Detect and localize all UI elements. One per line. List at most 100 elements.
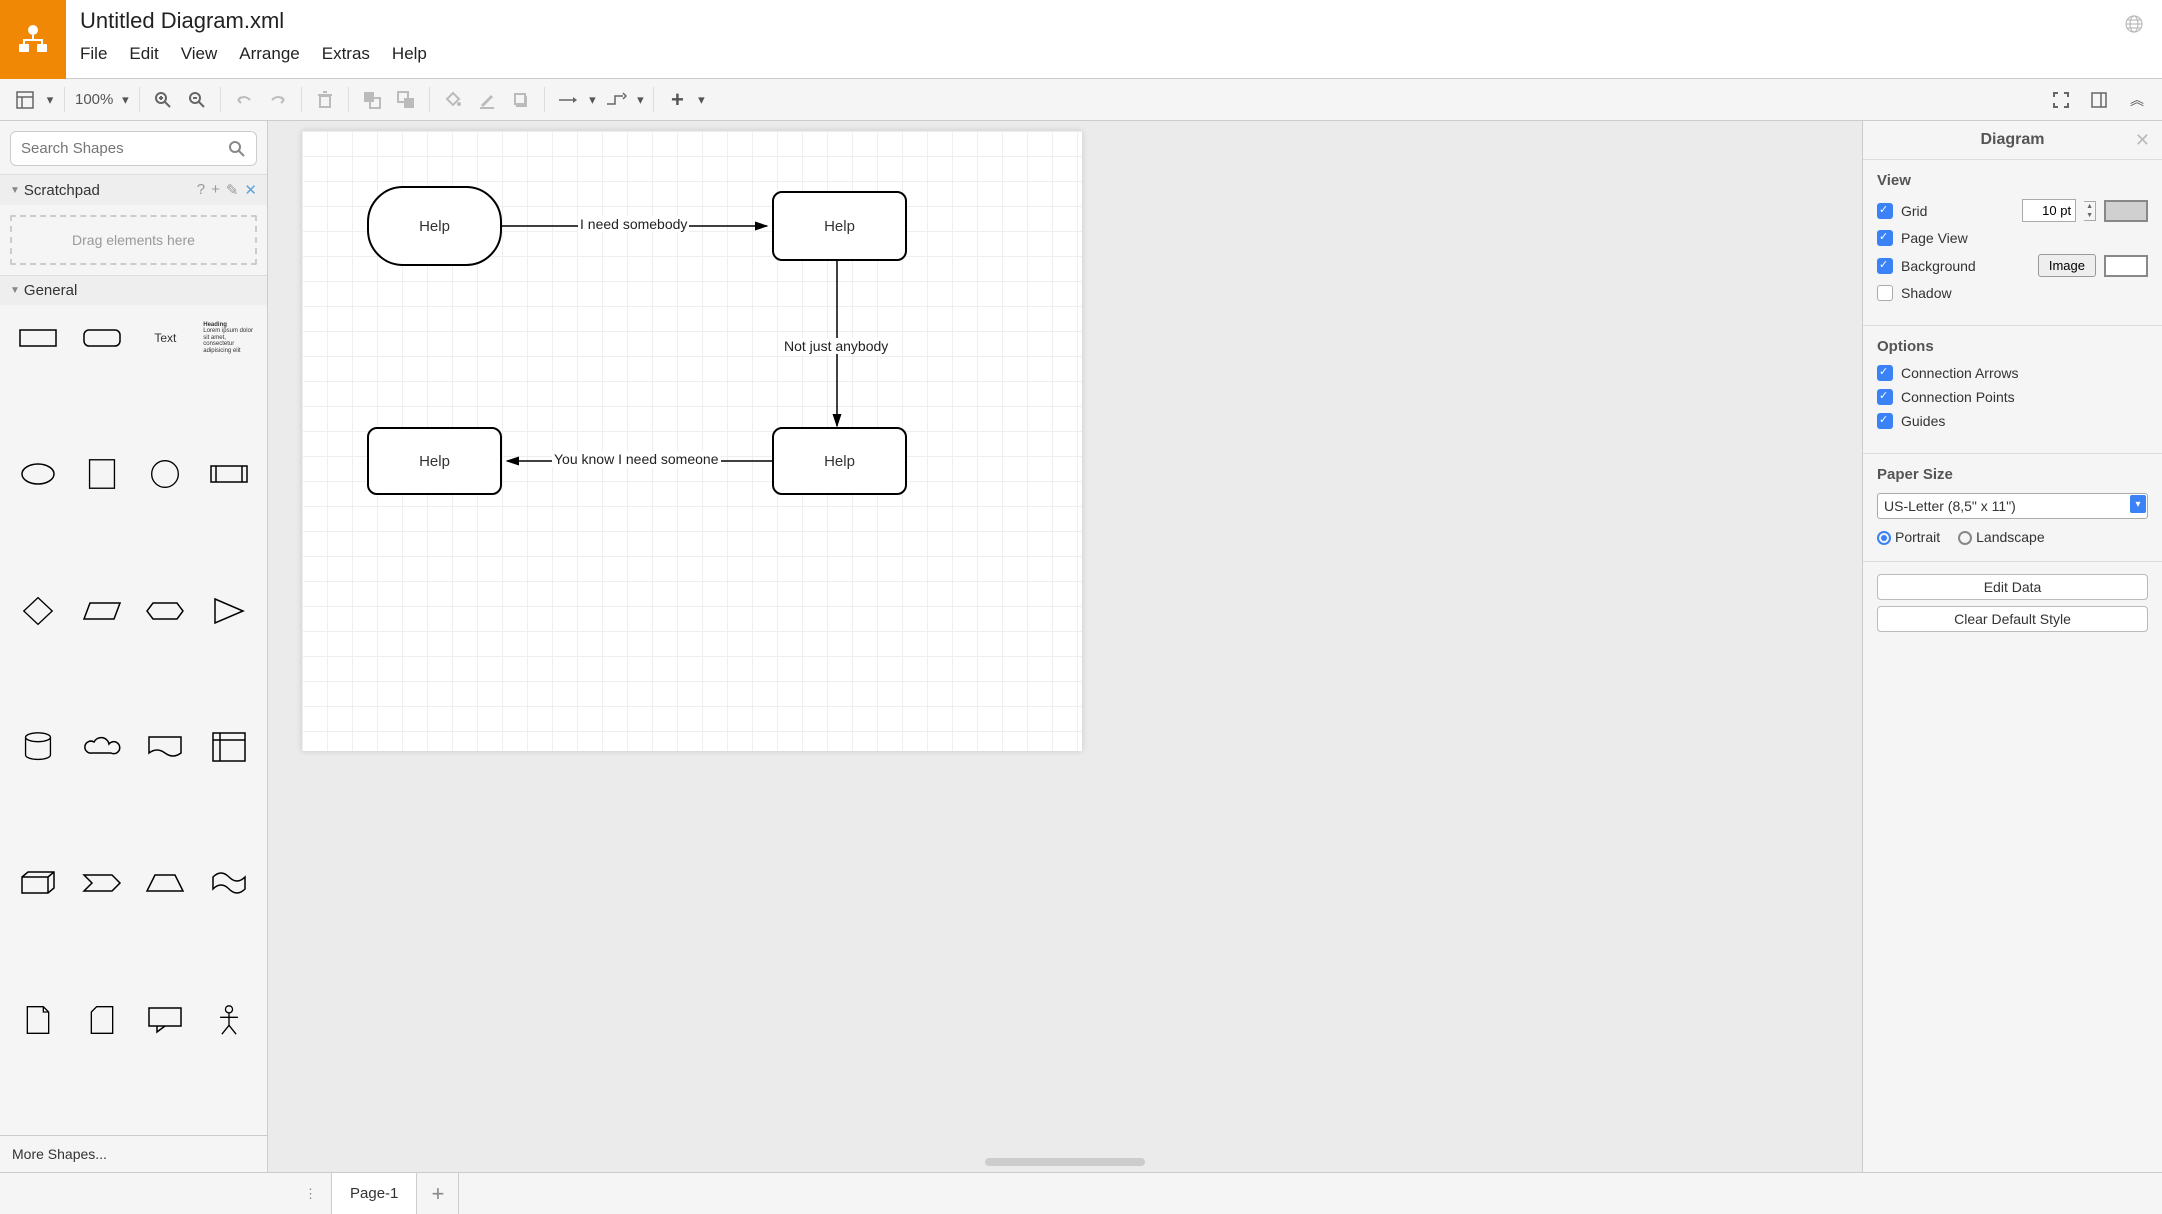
line-color-icon[interactable]	[470, 83, 504, 117]
scratchpad-dropzone[interactable]: Drag elements here	[10, 215, 257, 265]
grid-stepper[interactable]: ▲▼	[2084, 201, 2096, 221]
select-dropdown-icon[interactable]: ▾	[2130, 495, 2146, 513]
add-page-icon[interactable]: +	[417, 1173, 459, 1214]
landscape-radio[interactable]	[1958, 531, 1972, 545]
help-icon[interactable]: ?	[197, 181, 205, 199]
diagram-node-4[interactable]: Help	[367, 427, 502, 495]
shape-parallelogram[interactable]	[76, 590, 128, 632]
zoom-level[interactable]: 100%	[71, 91, 117, 108]
document-title[interactable]: Untitled Diagram.xml	[80, 8, 2110, 34]
more-shapes-button[interactable]: More Shapes...	[0, 1135, 267, 1172]
shape-rounded-rect[interactable]	[76, 317, 128, 359]
clear-style-button[interactable]: Clear Default Style	[1877, 606, 2148, 632]
collapse-triangle-icon: ▼	[10, 285, 20, 296]
grid-label: Grid	[1901, 203, 2014, 219]
guides-checkbox[interactable]	[1877, 413, 1893, 429]
shadow-checkbox[interactable]	[1877, 285, 1893, 301]
view-layout-icon[interactable]	[8, 83, 42, 117]
grid-checkbox[interactable]	[1877, 203, 1893, 219]
shape-step[interactable]	[76, 862, 128, 904]
shape-process[interactable]	[203, 453, 255, 495]
add-scratch-icon[interactable]: +	[211, 181, 220, 199]
grid-color-swatch[interactable]	[2104, 200, 2148, 222]
redo-icon[interactable]	[261, 83, 295, 117]
conn-arrows-checkbox[interactable]	[1877, 365, 1893, 381]
collapse-icon[interactable]: ︽	[2120, 83, 2154, 117]
edge-label-1[interactable]: I need somebody	[578, 216, 689, 232]
language-icon[interactable]	[2124, 14, 2144, 37]
edge-label-3[interactable]: You know I need someone	[552, 451, 721, 467]
zoom-in-icon[interactable]	[146, 83, 180, 117]
shape-trapezoid[interactable]	[140, 862, 192, 904]
menu-arrange[interactable]: Arrange	[239, 44, 299, 64]
search-icon[interactable]	[229, 141, 245, 160]
menu-view[interactable]: View	[181, 44, 218, 64]
shape-text[interactable]: Text	[140, 317, 192, 359]
shape-hexagon[interactable]	[140, 590, 192, 632]
conn-points-checkbox[interactable]	[1877, 389, 1893, 405]
fill-color-icon[interactable]	[436, 83, 470, 117]
shape-triangle[interactable]	[203, 590, 255, 632]
connection-dropdown-icon[interactable]: ▾	[585, 83, 599, 117]
format-panel-icon[interactable]	[2082, 83, 2116, 117]
shape-callout[interactable]	[140, 999, 192, 1041]
layout-dropdown-icon[interactable]: ▾	[42, 83, 58, 117]
to-back-icon[interactable]	[389, 83, 423, 117]
undo-icon[interactable]	[227, 83, 261, 117]
close-panel-icon[interactable]: ✕	[2135, 130, 2150, 151]
to-front-icon[interactable]	[355, 83, 389, 117]
connection-icon[interactable]	[551, 83, 585, 117]
pageview-label: Page View	[1901, 230, 2148, 246]
horizontal-scrollbar[interactable]	[985, 1158, 1145, 1166]
search-input[interactable]	[10, 131, 257, 166]
edit-data-button[interactable]: Edit Data	[1877, 574, 2148, 600]
waypoint-icon[interactable]	[599, 83, 633, 117]
shadow-icon[interactable]	[504, 83, 538, 117]
shape-card[interactable]	[76, 999, 128, 1041]
pageview-checkbox[interactable]	[1877, 230, 1893, 246]
shape-tape[interactable]	[203, 862, 255, 904]
image-button[interactable]: Image	[2038, 254, 2096, 277]
scratchpad-header[interactable]: ▼ Scratchpad ? + ✎ ✕	[0, 174, 267, 205]
menu-help[interactable]: Help	[392, 44, 427, 64]
diagram-node-3[interactable]: Help	[772, 427, 907, 495]
fullscreen-icon[interactable]	[2044, 83, 2078, 117]
shape-ellipse[interactable]	[12, 453, 64, 495]
tab-page-1[interactable]: Page-1	[332, 1173, 417, 1214]
app-logo[interactable]	[0, 0, 66, 79]
canvas-page[interactable]: Help Help Help Help I need somebody Not …	[302, 131, 1082, 751]
shape-cloud[interactable]	[76, 726, 128, 768]
zoom-dropdown-icon[interactable]: ▾	[117, 83, 133, 117]
edge-label-2[interactable]: Not just anybody	[782, 338, 890, 354]
delete-icon[interactable]	[308, 83, 342, 117]
page-menu-icon[interactable]: ⋮	[290, 1173, 332, 1214]
waypoint-dropdown-icon[interactable]: ▾	[633, 83, 647, 117]
zoom-out-icon[interactable]	[180, 83, 214, 117]
diagram-node-1[interactable]: Help	[367, 186, 502, 266]
add-dropdown-icon[interactable]: ▾	[694, 83, 708, 117]
shape-heading[interactable]: HeadingLorem ipsum dolor sit amet, conse…	[203, 317, 255, 359]
grid-size-input[interactable]	[2022, 199, 2076, 222]
shape-square[interactable]	[76, 453, 128, 495]
menu-extras[interactable]: Extras	[322, 44, 370, 64]
close-scratch-icon[interactable]: ✕	[244, 181, 257, 199]
shape-rectangle[interactable]	[12, 317, 64, 359]
shape-note[interactable]	[12, 999, 64, 1041]
shape-cylinder[interactable]	[12, 726, 64, 768]
menu-edit[interactable]: Edit	[129, 44, 158, 64]
menu-file[interactable]: File	[80, 44, 107, 64]
add-icon[interactable]: +	[660, 83, 694, 117]
shape-circle[interactable]	[140, 453, 192, 495]
shape-document[interactable]	[140, 726, 192, 768]
portrait-radio[interactable]	[1877, 531, 1891, 545]
general-header[interactable]: ▼ General	[0, 275, 267, 305]
diagram-node-2[interactable]: Help	[772, 191, 907, 261]
shape-diamond[interactable]	[12, 590, 64, 632]
shape-cube[interactable]	[12, 862, 64, 904]
shape-actor[interactable]	[203, 999, 255, 1041]
shape-internal-storage[interactable]	[203, 726, 255, 768]
background-color-swatch[interactable]	[2104, 255, 2148, 277]
background-checkbox[interactable]	[1877, 258, 1893, 274]
papersize-select[interactable]: US-Letter (8,5" x 11")	[1877, 493, 2148, 519]
edit-scratch-icon[interactable]: ✎	[226, 181, 239, 199]
